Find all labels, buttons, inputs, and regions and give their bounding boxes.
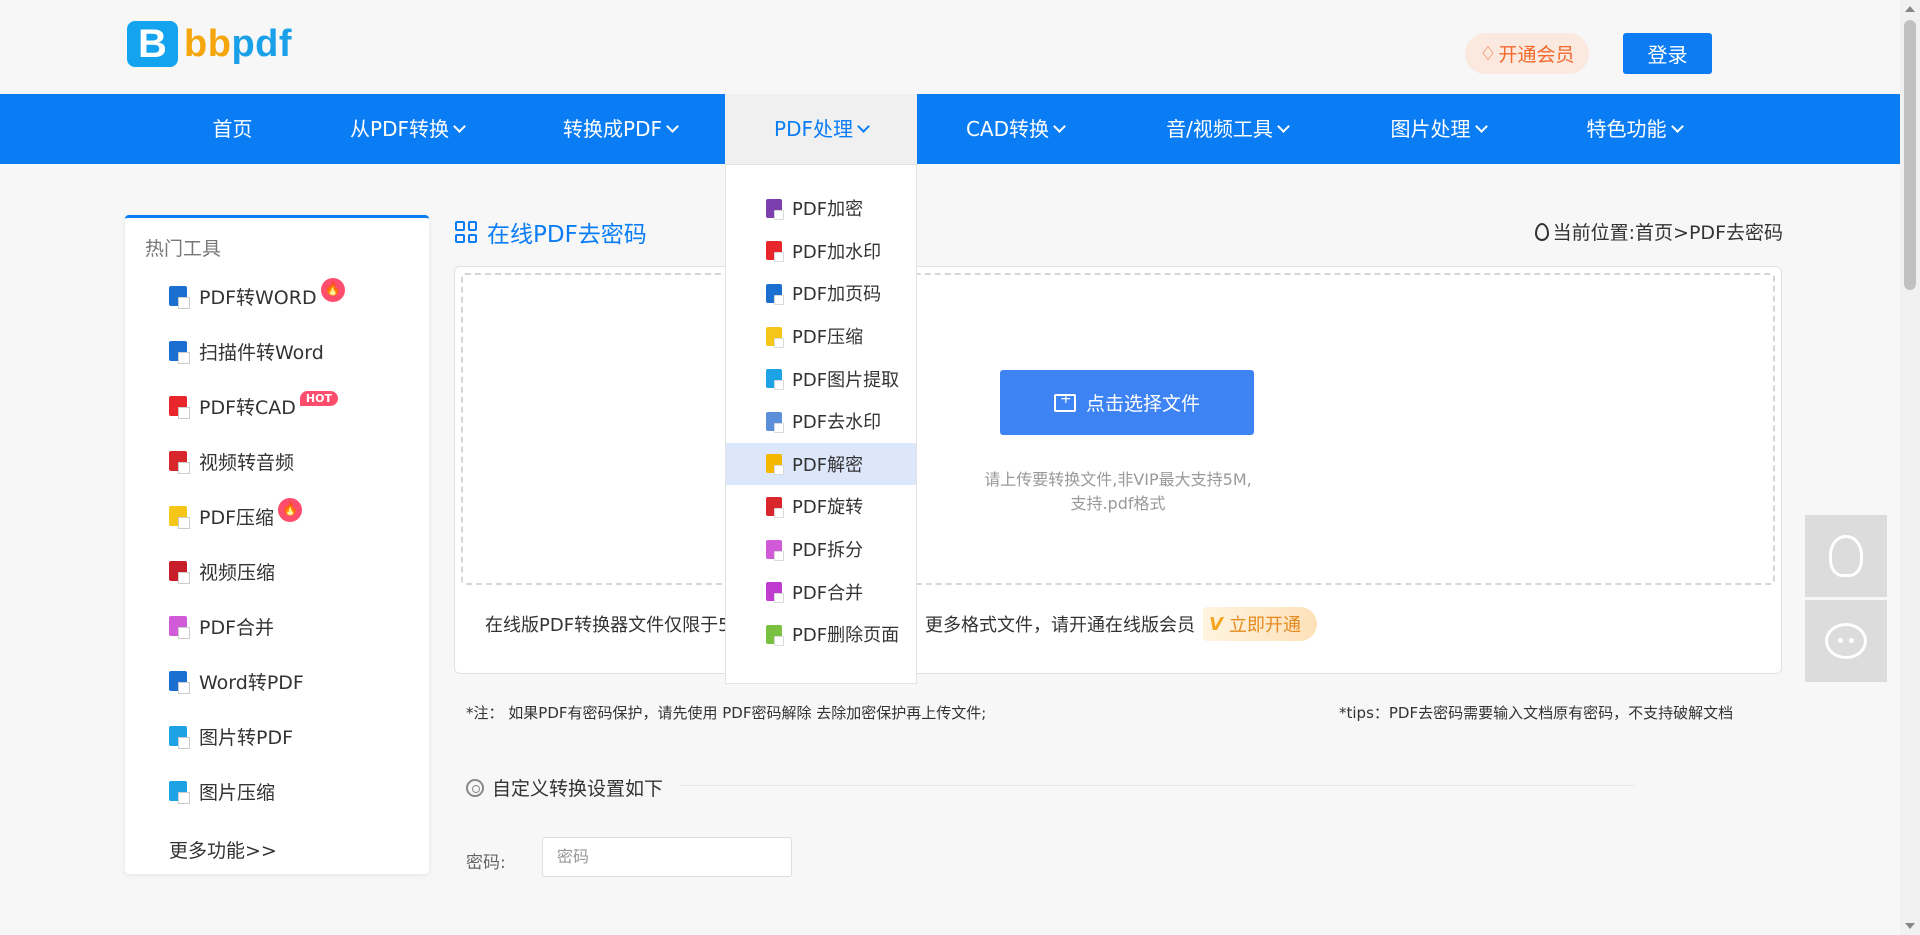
- sidebar-title: 热门工具: [145, 238, 222, 260]
- delete-pages-file-icon: [766, 624, 784, 646]
- sidebar-item-pdf-compress[interactable]: PDF压缩 🔥: [169, 498, 303, 531]
- nav-item-image[interactable]: 图片处理: [1383, 94, 1493, 164]
- chat-bubble-icon: [1825, 623, 1867, 659]
- decrypt-file-icon: [766, 454, 784, 476]
- vip-button[interactable]: ♢ 开通会员: [1465, 33, 1589, 74]
- chevron-down-icon: [666, 120, 679, 133]
- pdf-process-dropdown: PDF加密 PDF加水印 PDF加页码 PDF压缩 PDF图片提取 PDF去水印…: [725, 164, 917, 684]
- nav-item-av-tools[interactable]: 音/视频工具: [1158, 94, 1296, 164]
- video-file-icon: [169, 451, 190, 474]
- fire-icon: 🔥: [320, 278, 345, 302]
- page-scrollbar[interactable]: [1900, 0, 1920, 935]
- dropdown-item-pdf-decrypt[interactable]: PDF解密: [726, 442, 916, 486]
- hot-tools-sidebar: 热门工具 PDF转WORD 🔥 扫描件转Word PDF转CAD HOT 视频转…: [125, 215, 429, 874]
- cad-file-icon: [169, 396, 190, 419]
- dropdown-item-pdf-rotate[interactable]: PDF旋转: [726, 485, 916, 528]
- vip-button-label: 开通会员: [1498, 44, 1575, 66]
- password-label: 密码:: [466, 853, 506, 873]
- chevron-down-icon: [1277, 120, 1290, 133]
- login-button[interactable]: 登录: [1623, 33, 1712, 74]
- diamond-icon: ♢: [1479, 42, 1497, 65]
- chevron-down-icon: [1053, 120, 1066, 133]
- word-file-icon: [169, 341, 190, 364]
- video-file-icon: [169, 561, 190, 584]
- image-extract-file-icon: [766, 369, 784, 391]
- custom-settings-title: 自定义转换设置如下: [466, 774, 663, 801]
- dropdown-item-pdf-remove-watermark[interactable]: PDF去水印: [726, 400, 916, 443]
- word-file-icon: [169, 671, 190, 694]
- dropdown-item-pdf-compress[interactable]: PDF压缩: [726, 315, 916, 358]
- upload-dropzone[interactable]: 点击选择文件 请上传要转换文件,非VIP最大支持5M, 支持.pdf格式: [461, 273, 1775, 585]
- dropdown-item-pdf-image-extract[interactable]: PDF图片提取: [726, 357, 916, 400]
- divider: [680, 785, 1635, 786]
- scroll-down-arrow[interactable]: [1905, 923, 1915, 929]
- dropdown-item-pdf-split[interactable]: PDF拆分: [726, 528, 916, 571]
- dropdown-item-pdf-page-number[interactable]: PDF加页码: [726, 272, 916, 315]
- image-file-icon: [169, 781, 190, 804]
- site-logo[interactable]: B bbpdf: [127, 21, 292, 67]
- sidebar-item-video-compress[interactable]: 视频压缩: [169, 556, 275, 586]
- word-file-icon: [169, 286, 190, 309]
- choose-file-button[interactable]: 点击选择文件: [1000, 370, 1254, 435]
- password-note: *注： 如果PDF有密码保护，请先使用 PDF密码解除 去除加密保护再上传文件;: [466, 704, 987, 722]
- chevron-down-icon: [453, 120, 466, 133]
- chevron-down-icon: [1670, 120, 1684, 133]
- nav-item-home[interactable]: 首页: [200, 94, 265, 164]
- remove-watermark-file-icon: [766, 411, 784, 433]
- compress-file-icon: [766, 326, 784, 348]
- gear-icon: [466, 778, 484, 797]
- compress-file-icon: [169, 506, 190, 529]
- fire-icon: 🔥: [278, 498, 303, 522]
- nav-item-cad[interactable]: CAD转换: [960, 94, 1070, 164]
- dropdown-item-pdf-delete-pages[interactable]: PDF删除页面: [726, 613, 916, 656]
- merge-file-icon: [169, 616, 190, 639]
- location-pin-icon: [1534, 222, 1549, 241]
- hot-badge: HOT: [299, 390, 338, 406]
- nav-item-to-pdf[interactable]: 转换成PDF: [556, 94, 684, 164]
- sidebar-item-image-to-pdf[interactable]: 图片转PDF: [169, 721, 293, 751]
- sidebar-item-word-to-pdf[interactable]: Word转PDF: [169, 666, 304, 696]
- image-file-icon: [169, 726, 190, 749]
- sidebar-item-pdf-to-word[interactable]: PDF转WORD 🔥: [169, 278, 345, 311]
- upload-panel: 点击选择文件 请上传要转换文件,非VIP最大支持5M, 支持.pdf格式 在线版…: [454, 266, 1782, 674]
- qq-icon: [1829, 535, 1863, 577]
- nav-item-pdf-process[interactable]: PDF处理: [725, 94, 917, 164]
- nav-item-features[interactable]: 特色功能: [1579, 94, 1689, 164]
- wechat-contact-button[interactable]: [1805, 600, 1887, 682]
- chevron-down-icon: [857, 120, 870, 133]
- open-vip-button[interactable]: V 立即开通: [1203, 607, 1317, 641]
- dropdown-item-pdf-encrypt[interactable]: PDF加密: [726, 187, 916, 230]
- site-header: B bbpdf ♢ 开通会员 登录: [0, 0, 1900, 94]
- nav-item-from-pdf[interactable]: 从PDF转换: [343, 94, 471, 164]
- logo-text: bbpdf: [184, 22, 293, 65]
- qq-contact-button[interactable]: [1805, 515, 1887, 597]
- main-nav: 首页 从PDF转换 转换成PDF PDF处理 CAD转换 音/视频工具 图片处理…: [0, 94, 1900, 164]
- upload-hint: 请上传要转换文件,非VIP最大支持5M, 支持.pdf格式: [984, 470, 1252, 513]
- dropdown-item-pdf-merge[interactable]: PDF合并: [726, 570, 916, 613]
- sidebar-item-pdf-merge[interactable]: PDF合并: [169, 611, 274, 641]
- encrypt-file-icon: [766, 198, 784, 220]
- rotate-file-icon: [766, 496, 784, 518]
- password-input[interactable]: 密码: [542, 837, 792, 877]
- tips-note: *tips：PDF去密码需要输入文档原有密码，不支持破解文档: [1339, 704, 1734, 722]
- dropdown-item-pdf-watermark[interactable]: PDF加水印: [726, 230, 916, 273]
- breadcrumb: 当前位置:首页>PDF去密码: [1534, 218, 1783, 245]
- sidebar-item-image-compress[interactable]: 图片压缩: [169, 776, 275, 806]
- sidebar-item-video-to-audio[interactable]: 视频转音频: [169, 446, 294, 476]
- page-title: 在线PDF去密码: [455, 215, 647, 249]
- vip-icon: V: [1209, 613, 1223, 635]
- scroll-thumb[interactable]: [1904, 20, 1916, 290]
- page-number-file-icon: [766, 283, 784, 305]
- merge-file-icon: [766, 582, 784, 604]
- logo-mark: B: [127, 21, 178, 67]
- sidebar-item-scan-to-word[interactable]: 扫描件转Word: [169, 336, 324, 366]
- chevron-down-icon: [1474, 120, 1488, 133]
- watermark-file-icon: [766, 241, 784, 263]
- grid-icon: [455, 221, 477, 243]
- split-file-icon: [766, 539, 784, 561]
- sidebar-item-pdf-to-cad[interactable]: PDF转CAD HOT: [169, 390, 338, 421]
- scroll-up-arrow[interactable]: [1905, 6, 1915, 12]
- folder-upload-icon: [1053, 391, 1076, 412]
- more-features-link[interactable]: 更多功能>>: [169, 836, 277, 863]
